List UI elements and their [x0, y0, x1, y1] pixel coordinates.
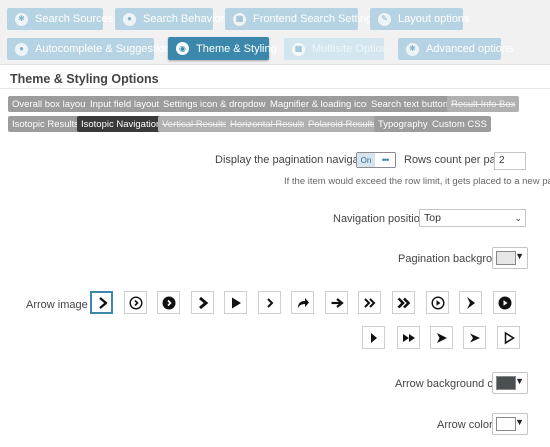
- arrow-option[interactable]: [459, 291, 482, 314]
- subtab-custom-css[interactable]: Custom CSS: [428, 116, 491, 132]
- arrow-option[interactable]: [258, 291, 281, 314]
- arrow-option[interactable]: [358, 291, 381, 314]
- arrow-option[interactable]: [463, 326, 486, 349]
- subtab-overall-box-layout[interactable]: Overall box layout: [8, 96, 93, 112]
- arrow-option[interactable]: [430, 326, 453, 349]
- arrow-option[interactable]: [224, 291, 247, 314]
- tab-theme-styling[interactable]: ◉ Theme & Styling: [168, 37, 277, 60]
- arrow-option[interactable]: [124, 291, 147, 314]
- tab-multisite-options[interactable]: ▦ Multisite Options: [284, 38, 393, 60]
- arrow-option[interactable]: [325, 291, 348, 314]
- circle-chevron-filled-icon: [162, 296, 175, 309]
- arrow-right-icon: [331, 297, 344, 308]
- gears-icon: ✱: [406, 42, 419, 56]
- play-triangle-icon: [231, 297, 241, 308]
- arrow-option[interactable]: [397, 326, 420, 349]
- top-navigation: ✱ Search Sources ● Search Behavior ▦ Fro…: [0, 0, 550, 66]
- small-chevron-right-icon: [266, 297, 273, 308]
- tab-label: Search Sources: [35, 13, 114, 25]
- panel-title: Theme & Styling Options: [10, 72, 159, 86]
- bold-arrowhead-icon: [466, 296, 475, 309]
- navigation-position-label: Navigation position: [333, 213, 426, 225]
- bold-chevron-right-icon: [198, 296, 208, 309]
- caret-down-icon: ▼: [515, 376, 524, 386]
- rows-count-label: Rows count per page: [404, 154, 508, 166]
- gear-icon: ✱: [15, 12, 28, 26]
- arrow-color-label: Arrow color: [437, 419, 493, 431]
- arrow-background-color-picker[interactable]: ▼: [492, 372, 528, 394]
- circle-play-outline-icon: [430, 295, 445, 310]
- double-chevron-icon: [363, 297, 375, 308]
- arrow-color-picker[interactable]: ▼: [492, 413, 528, 435]
- pagination-background-color-picker[interactable]: ▼: [492, 247, 528, 269]
- arrow-option[interactable]: [157, 291, 180, 314]
- subtab-input-field-layout[interactable]: Input field layout: [86, 96, 164, 112]
- arrow-option[interactable]: [90, 291, 113, 314]
- eye-icon: ◉: [176, 42, 189, 55]
- arrow-option[interactable]: [426, 291, 449, 314]
- subtab-settings-icon-dropdown[interactable]: Settings icon & dropdown: [159, 96, 275, 112]
- arrow-option[interactable]: [362, 326, 385, 349]
- navigation-position-value: Top: [424, 212, 441, 224]
- subtab-polaroid-results[interactable]: Polaroid Results: [304, 116, 382, 132]
- outline-triangle-right-icon: [504, 331, 515, 344]
- pin-icon: ●: [15, 42, 28, 56]
- tab-label: Search Behavior: [143, 13, 225, 25]
- circle-play-filled-icon: [498, 296, 511, 309]
- tab-advanced-options[interactable]: ✱ Advanced options: [398, 38, 513, 60]
- subtab-typography[interactable]: Typography: [374, 116, 432, 132]
- color-swatch: [496, 376, 516, 390]
- tab-label: Autocomplete & Suggestions: [35, 43, 177, 55]
- navigation-position-select[interactable]: Top ⌄: [419, 209, 526, 227]
- arrowhead-right-icon: [436, 332, 447, 343]
- chevron-down-icon: ⌄: [514, 213, 522, 223]
- subtab-result-info-box[interactable]: Result Info Box: [447, 96, 520, 112]
- arrow-option[interactable]: [291, 291, 314, 314]
- arrow-image-label: Arrow image: [26, 299, 88, 311]
- toggle-on-label: On: [357, 153, 375, 167]
- row-limit-note: If the item would exceed the row limit, …: [284, 176, 550, 187]
- grid-icon: ▦: [233, 12, 246, 26]
- arrow-option[interactable]: [493, 291, 516, 314]
- subtab-magnifier-loading-icon[interactable]: Magnifier & loading icon: [266, 96, 376, 112]
- tab-label: Layout options: [398, 13, 470, 25]
- tab-search-sources[interactable]: ✱ Search Sources: [7, 8, 113, 30]
- pagination-toggle[interactable]: On •••: [356, 152, 396, 168]
- caret-down-icon: ▼: [515, 251, 524, 261]
- dart-right-icon: [469, 333, 480, 342]
- pin-icon: ●: [123, 12, 136, 26]
- rows-count-input[interactable]: 2: [494, 152, 526, 170]
- tab-autocomplete-suggestions[interactable]: ● Autocomplete & Suggestions: [7, 38, 176, 60]
- subtab-search-text-button[interactable]: Search text button: [367, 96, 453, 112]
- fast-forward-icon: [402, 333, 415, 342]
- play-thin-icon: [370, 332, 377, 343]
- tab-frontend-search-settings[interactable]: ▦ Frontend Search Settings: [225, 8, 378, 30]
- caret-down-icon: ▼: [515, 417, 524, 427]
- grid-icon: ▦: [292, 42, 305, 56]
- circle-chevron-outline-icon: [128, 295, 143, 310]
- tab-layout-options[interactable]: ✎ Layout options: [370, 8, 470, 30]
- tab-label: Advanced options: [426, 43, 514, 55]
- color-swatch: [496, 251, 516, 265]
- tab-label: Frontend Search Settings: [253, 13, 378, 25]
- color-swatch: [496, 417, 516, 431]
- tab-search-behavior[interactable]: ● Search Behavior: [115, 8, 224, 30]
- arrow-option[interactable]: [497, 326, 520, 349]
- toggle-knob-icon: •••: [381, 155, 389, 165]
- subtab-vertical-results[interactable]: Vertical Results: [158, 116, 232, 132]
- double-chevron-bold-icon: [397, 297, 410, 308]
- subtab-isotopic-results[interactable]: Isotopic Results: [8, 116, 84, 132]
- divider: [0, 88, 550, 89]
- arrow-option[interactable]: [392, 291, 415, 314]
- pencil-icon: ✎: [378, 12, 391, 26]
- tab-label: Multisite Options: [312, 43, 394, 55]
- tab-label: Theme & Styling: [196, 42, 277, 55]
- share-arrow-icon: [297, 297, 309, 308]
- subtab-isotopic-navigation[interactable]: Isotopic Navigation: [77, 116, 166, 132]
- subtab-horizontal-results[interactable]: Horizontal Results: [226, 116, 312, 132]
- arrow-option[interactable]: [191, 291, 214, 314]
- chevron-right-icon: [98, 296, 107, 309]
